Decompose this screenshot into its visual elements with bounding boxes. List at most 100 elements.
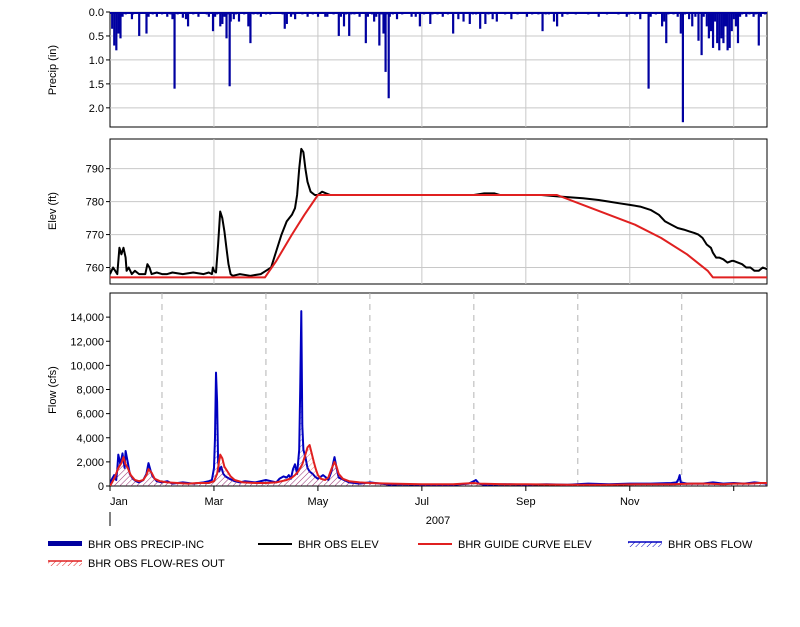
precip-bar bbox=[387, 12, 390, 99]
precip-bar bbox=[718, 12, 721, 51]
legend-label: BHR OBS FLOW-RES OUT bbox=[88, 558, 225, 570]
y-tick-label: 0.0 bbox=[89, 7, 104, 19]
precip-bar bbox=[757, 12, 760, 46]
precip-bar bbox=[541, 12, 544, 32]
precip-bar bbox=[681, 12, 684, 123]
y-tick-label: 1.0 bbox=[89, 55, 104, 67]
y-tick-label: 760 bbox=[86, 263, 104, 275]
precip-bar bbox=[348, 12, 351, 36]
legend-item: BHR OBS FLOW-RES OUT bbox=[48, 558, 225, 570]
precip-bar bbox=[219, 12, 222, 27]
flow-y-axis-label: Flow (cfs) bbox=[47, 366, 59, 414]
hydrograph-figure: 0.0 0.5 1.0 1.5 2.0 Precip (in) 760 770 780 790… bbox=[47, 7, 768, 570]
precip-bar bbox=[700, 12, 703, 56]
flow-plot-area bbox=[109, 292, 768, 487]
legend-label: BHR OBS FLOW bbox=[668, 539, 753, 551]
y-tick-label: 4,000 bbox=[76, 433, 104, 445]
legend-item: BHR OBS ELEV bbox=[258, 539, 379, 551]
precip-bar bbox=[119, 12, 122, 39]
precip-bar bbox=[115, 12, 118, 51]
precip-bar bbox=[225, 12, 228, 39]
precip-bar bbox=[228, 12, 231, 87]
y-tick-label: 780 bbox=[86, 197, 104, 209]
precip-bar bbox=[382, 12, 385, 34]
precip-bar bbox=[726, 12, 729, 51]
precip-bar bbox=[173, 12, 176, 89]
precip-bar bbox=[452, 12, 455, 34]
legend-item: BHR OBS FLOW bbox=[628, 539, 753, 551]
precip-bar bbox=[661, 12, 664, 27]
precip-bar bbox=[247, 12, 250, 27]
flow-y-ticks: 0 2,000 4,000 6,000 8,000 10,000 12,000 14,000 bbox=[70, 312, 110, 493]
y-tick-label: 14,000 bbox=[70, 312, 104, 324]
x-tick-label: Sep bbox=[516, 496, 536, 508]
precip-bar bbox=[720, 12, 723, 39]
precip-bar bbox=[697, 12, 700, 41]
x-tick-label: Jan bbox=[110, 496, 128, 508]
legend-label: BHR GUIDE CURVE ELEV bbox=[458, 539, 592, 551]
y-tick-label: 6,000 bbox=[76, 409, 104, 421]
precip-bar bbox=[734, 12, 738, 27]
precip-bar bbox=[691, 12, 694, 27]
precip-bar bbox=[711, 12, 715, 48]
precip-bar bbox=[709, 12, 713, 32]
precip-bar bbox=[728, 12, 731, 48]
y-tick-label: 2,000 bbox=[76, 457, 104, 469]
precip-bar bbox=[111, 12, 114, 29]
y-tick-label: 2.0 bbox=[89, 103, 104, 115]
precip-bar bbox=[249, 12, 252, 44]
legend-swatch bbox=[48, 541, 82, 546]
precip-bar bbox=[716, 12, 719, 44]
precip-bar bbox=[479, 12, 482, 29]
precip-bar bbox=[145, 12, 148, 34]
precip-bar bbox=[337, 12, 340, 36]
y-tick-label: 10,000 bbox=[70, 360, 104, 372]
elevation-y-axis-label: Elev (ft) bbox=[47, 192, 59, 230]
precip-y-axis-label: Precip (in) bbox=[47, 45, 59, 95]
y-tick-label: 1.5 bbox=[89, 79, 104, 91]
precip-panel: 0.0 0.5 1.0 1.5 2.0 Precip (in) bbox=[47, 7, 768, 128]
x-axis-label: 2007 bbox=[426, 515, 450, 527]
precip-bar bbox=[342, 12, 346, 27]
elevation-y-ticks: 760 770 780 790 bbox=[86, 164, 110, 275]
x-tick-label: Nov bbox=[620, 496, 640, 508]
elevation-plot-area bbox=[109, 138, 768, 285]
y-tick-label: 0.5 bbox=[89, 31, 104, 43]
precip-bar bbox=[384, 12, 387, 72]
x-axis-ticks: Jan Mar May Jul Sep Nov bbox=[109, 486, 735, 508]
y-tick-label: 8,000 bbox=[76, 385, 104, 397]
precip-bar bbox=[736, 12, 740, 44]
precip-bar bbox=[211, 12, 215, 32]
precip-bar bbox=[647, 12, 650, 89]
precip-plot-area bbox=[109, 11, 768, 128]
precip-bar bbox=[556, 12, 559, 27]
precip-bar bbox=[117, 12, 120, 34]
precip-bar bbox=[722, 12, 725, 44]
legend-label: BHR OBS ELEV bbox=[298, 539, 379, 551]
legend: BHR OBS PRECIP-INC BHR OBS ELEV BHR GUIDE … bbox=[48, 539, 753, 570]
legend-item: BHR OBS PRECIP-INC bbox=[48, 539, 204, 551]
y-tick-label: 770 bbox=[86, 230, 104, 242]
precip-bar bbox=[364, 12, 367, 44]
x-tick-label: Mar bbox=[204, 496, 223, 508]
precip-bar bbox=[378, 12, 381, 46]
precip-bar bbox=[679, 12, 682, 34]
y-tick-label: 0 bbox=[98, 481, 104, 493]
x-tick-label: Jul bbox=[415, 496, 429, 508]
precip-bar bbox=[113, 12, 116, 46]
precip-bar bbox=[705, 12, 708, 27]
y-tick-label: 790 bbox=[86, 164, 104, 176]
precip-y-ticks: 0.0 0.5 1.0 1.5 2.0 bbox=[89, 7, 110, 115]
precip-bar bbox=[724, 12, 727, 27]
precip-bar bbox=[665, 12, 668, 44]
flow-panel: 02,0004,0006,0008,00010,00012,00014,000 … bbox=[47, 292, 768, 527]
x-tick-label: May bbox=[308, 496, 329, 508]
precip-bar bbox=[283, 12, 286, 29]
y-tick-label: 12,000 bbox=[70, 336, 104, 348]
legend-item: BHR GUIDE CURVE ELEV bbox=[418, 539, 592, 551]
elevation-panel: 760 770 780 790 Elev (ft) bbox=[47, 138, 768, 285]
precip-bar bbox=[138, 12, 141, 36]
precip-bar bbox=[418, 12, 421, 27]
precip-bar bbox=[730, 12, 733, 32]
precip-bar bbox=[186, 12, 190, 27]
